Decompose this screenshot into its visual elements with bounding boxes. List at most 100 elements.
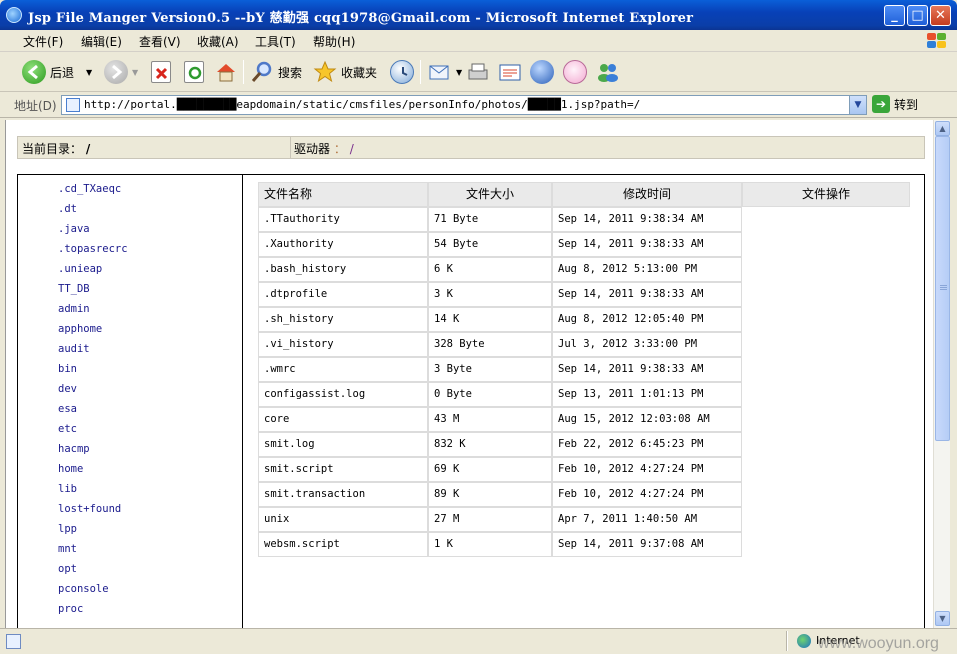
file-name-cell[interactable]: .bash_history: [258, 257, 428, 282]
address-url[interactable]: http://portal.█████████eapdomain/static/…: [84, 98, 640, 111]
tree-item[interactable]: lpp: [58, 523, 77, 535]
file-size-cell: 27 M: [428, 507, 552, 532]
menu-edit[interactable]: 编辑(E): [81, 33, 122, 50]
edit-button[interactable]: [498, 59, 522, 85]
file-size-cell: 0 Byte: [428, 382, 552, 407]
refresh-button[interactable]: [184, 59, 204, 85]
modified-time-cell: Sep 14, 2011 9:37:08 AM: [552, 532, 742, 557]
contacts-button[interactable]: [596, 59, 620, 85]
tree-item[interactable]: admin: [58, 303, 90, 315]
menu-favorites[interactable]: 收藏(A): [197, 33, 239, 50]
tree-item[interactable]: etc: [58, 423, 77, 435]
messenger-button[interactable]: [563, 59, 587, 85]
file-size-cell: 328 Byte: [428, 332, 552, 357]
edit-page-icon: [498, 60, 522, 84]
tree-item[interactable]: bin: [58, 363, 77, 375]
file-name-cell[interactable]: .wmrc: [258, 357, 428, 382]
forward-button[interactable]: ▼: [104, 59, 138, 85]
file-name-cell[interactable]: .Xauthority: [258, 232, 428, 257]
tree-item[interactable]: mnt: [58, 543, 77, 555]
contacts-icon: [596, 60, 620, 84]
tree-item[interactable]: .java: [58, 223, 90, 235]
menu-tools[interactable]: 工具(T): [255, 33, 296, 50]
maximize-button[interactable]: □: [907, 5, 928, 26]
tree-item[interactable]: apphome: [58, 323, 102, 335]
minimize-button[interactable]: _: [884, 5, 905, 26]
address-label: 地址(D): [14, 99, 57, 113]
file-name-cell[interactable]: .TTauthority: [258, 207, 428, 232]
file-name-cell[interactable]: .sh_history: [258, 307, 428, 332]
go-button[interactable]: ➔ 转到: [872, 95, 918, 113]
stop-button[interactable]: [151, 59, 171, 85]
modified-time-cell: Jul 3, 2012 3:33:00 PM: [552, 332, 742, 357]
file-name-cell[interactable]: .dtprofile: [258, 282, 428, 307]
file-name-cell[interactable]: smit.transaction: [258, 482, 428, 507]
favorites-label: 收藏夹: [341, 65, 378, 80]
print-button[interactable]: [466, 59, 490, 85]
mail-button[interactable]: ▼: [428, 59, 462, 85]
favorites-button[interactable]: 收藏夹: [313, 59, 377, 85]
tree-item[interactable]: home: [58, 463, 83, 475]
back-arrow-icon: [22, 60, 46, 84]
forward-arrow-icon: [104, 60, 128, 84]
tree-item[interactable]: lost+found: [58, 503, 121, 515]
address-input[interactable]: http://portal.█████████eapdomain/static/…: [61, 95, 867, 115]
status-bar: Internet www.wooyun.org: [0, 628, 957, 654]
search-button[interactable]: 搜索: [250, 59, 302, 85]
menu-file[interactable]: 文件(F): [23, 33, 63, 50]
path-bar: 当前目录： / 驱动器 ： /: [17, 136, 925, 159]
back-dropdown-icon[interactable]: ▼: [86, 68, 92, 77]
current-directory: 当前目录： /: [22, 140, 90, 157]
ie-logo-icon: [6, 7, 22, 23]
file-browser: .cd_TXaeqc .dt .java .topasrecrc .unieap TT_D…: [17, 174, 925, 628]
drive-colon: ：: [333, 142, 346, 156]
tree-item[interactable]: .dt: [58, 203, 77, 215]
mail-dropdown-icon[interactable]: ▼: [456, 68, 462, 77]
file-name-cell[interactable]: smit.script: [258, 457, 428, 482]
file-name-cell[interactable]: configassist.log: [258, 382, 428, 407]
tree-item[interactable]: pconsole: [58, 583, 109, 595]
file-name-cell[interactable]: core: [258, 407, 428, 432]
file-name-cell[interactable]: unix: [258, 507, 428, 532]
tree-item[interactable]: lib: [58, 483, 77, 495]
discuss-button[interactable]: [530, 59, 554, 85]
tree-item[interactable]: .topasrecrc: [58, 243, 128, 255]
refresh-icon: [184, 61, 204, 83]
forward-dropdown-icon[interactable]: ▼: [132, 68, 138, 77]
tree-item[interactable]: hacmp: [58, 443, 90, 455]
drive-link[interactable]: /: [350, 142, 354, 156]
file-name-cell[interactable]: smit.log: [258, 432, 428, 457]
tree-item[interactable]: proc: [58, 603, 83, 615]
watermark: www.wooyun.org: [818, 635, 939, 652]
header-file-size: 文件大小: [428, 182, 552, 207]
address-dropdown-icon[interactable]: ▼: [849, 96, 866, 114]
menu-help[interactable]: 帮助(H): [313, 33, 355, 50]
tree-item[interactable]: .cd_TXaeqc: [58, 183, 121, 195]
scroll-thumb[interactable]: [935, 136, 950, 441]
tree-item[interactable]: esa: [58, 403, 77, 415]
internet-zone-icon: [797, 634, 811, 648]
modified-time-cell: Sep 14, 2011 9:38:33 AM: [552, 282, 742, 307]
back-button[interactable]: 后退 ▼: [22, 59, 92, 85]
vertical-scrollbar[interactable]: ▲ ▼: [933, 120, 950, 628]
close-button[interactable]: ✕: [930, 5, 951, 26]
tree-item[interactable]: TT_DB: [58, 283, 90, 295]
file-name-cell[interactable]: .vi_history: [258, 332, 428, 357]
tree-item[interactable]: dev: [58, 383, 77, 395]
menu-view[interactable]: 查看(V): [139, 33, 181, 50]
home-button[interactable]: [214, 59, 238, 85]
modified-time-cell: Sep 13, 2011 1:01:13 PM: [552, 382, 742, 407]
tree-item[interactable]: opt: [58, 563, 77, 575]
modified-time-cell: Aug 15, 2012 12:03:08 AM: [552, 407, 742, 432]
scroll-down-icon[interactable]: ▼: [935, 611, 950, 626]
scroll-up-icon[interactable]: ▲: [935, 121, 950, 136]
header-modified-time: 修改时间: [552, 182, 742, 207]
history-button[interactable]: [390, 59, 414, 85]
tree-item[interactable]: .unieap: [58, 263, 102, 275]
drive-selector: 驱动器 ： /: [294, 140, 354, 157]
tree-item[interactable]: audit: [58, 343, 90, 355]
file-name-cell[interactable]: websm.script: [258, 532, 428, 557]
printer-icon: [466, 60, 490, 84]
search-icon: [250, 60, 274, 84]
page-icon: [66, 98, 80, 112]
